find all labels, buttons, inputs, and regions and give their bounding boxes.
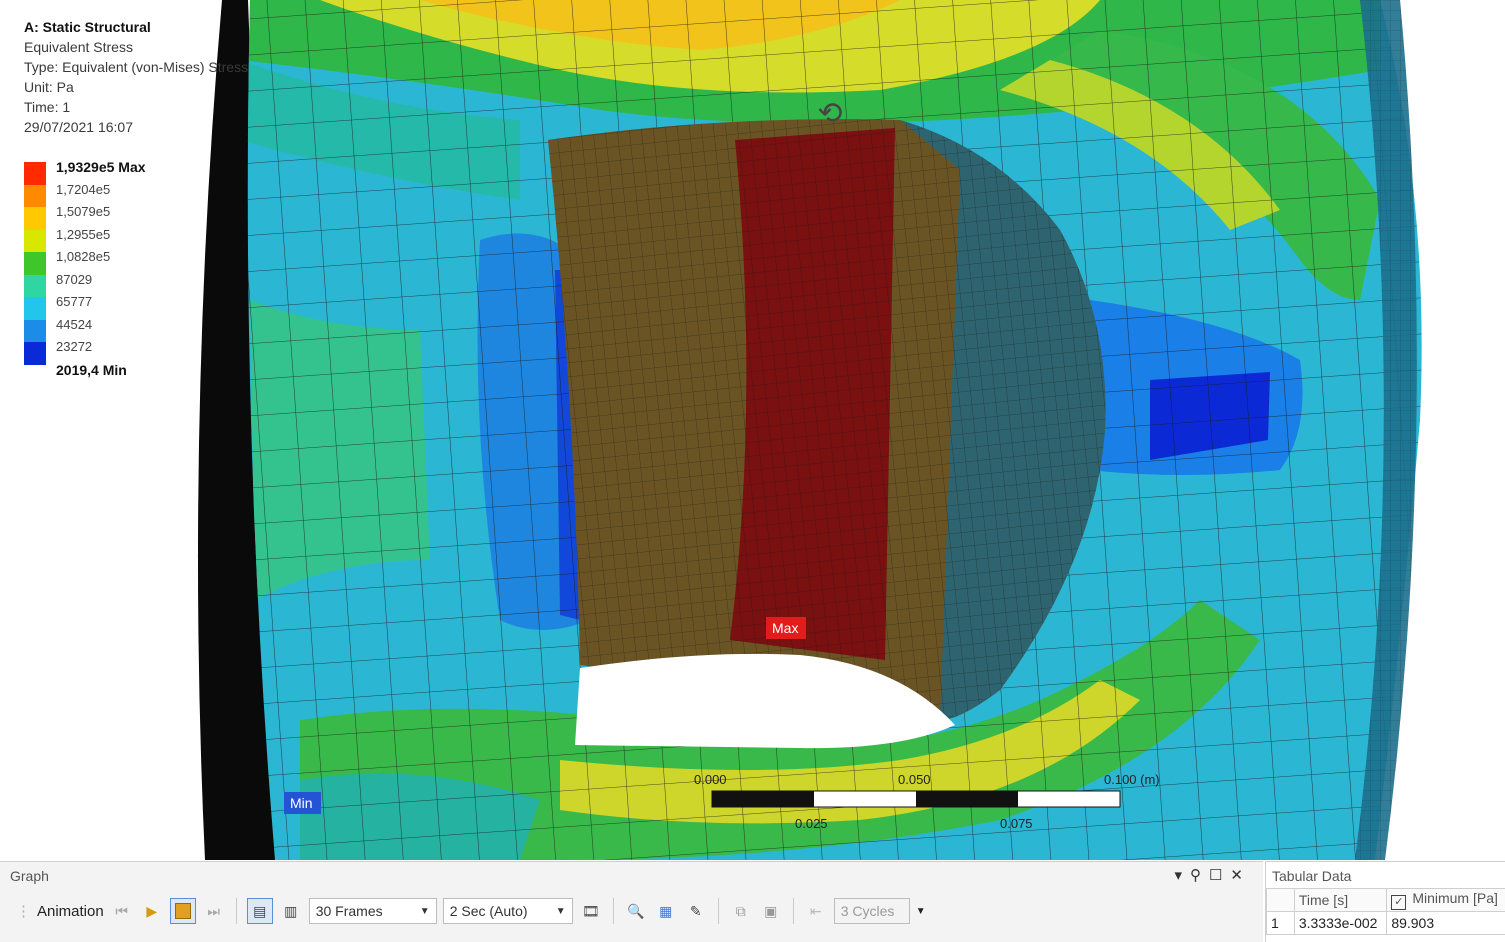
overflow-chevron-icon[interactable]: ▼ (916, 906, 926, 917)
row-index: 1 (1267, 912, 1295, 935)
analysis-title: A: Static Structural (24, 17, 248, 37)
legend-label: 65777 (56, 291, 146, 314)
legend-labels: 1,9329e5 Max 1,7204e5 1,5079e5 1,2955e5 … (56, 156, 146, 381)
scale-label: 0.025 (795, 816, 828, 831)
toolbar-separator (718, 898, 719, 924)
time-column-header[interactable]: Time [s] (1294, 889, 1386, 912)
animation-toolbar: ⋮ Animation ⏮ ▶ ⏭ ▤ ▥ 30 Frames ▼ 2 Sec (… (16, 894, 926, 928)
minimum-column-header[interactable]: ✓Minimum [Pa] (1387, 889, 1505, 912)
duration-select[interactable]: 2 Sec (Auto) ▼ (443, 898, 573, 924)
tabular-data-panel: Tabular Data Time [s] ✓Minimum [Pa] 1 3.… (1265, 861, 1505, 942)
toolbar-separator (793, 898, 794, 924)
scale-label: 0.100 (m) (1104, 772, 1160, 787)
legend-label: 1,0828e5 (56, 246, 146, 269)
scale-label: 0.050 (898, 772, 931, 787)
legend-color-bar (24, 162, 46, 365)
hole-interior (548, 119, 1105, 748)
toolbar-separator (613, 898, 614, 924)
animation-label: Animation (37, 903, 104, 920)
next-frame-icon[interactable]: ⏭ (202, 899, 226, 923)
time-cell: 3.3333e-002 (1294, 912, 1386, 935)
maximize-icon[interactable]: ☐ (1209, 867, 1230, 884)
probe-icon[interactable]: ✎ (684, 899, 708, 923)
table-header-row: Time [s] ✓Minimum [Pa] (1267, 889, 1505, 912)
panel-controls: ▾⚲☐✕ (1174, 866, 1251, 884)
min-probe-label[interactable]: Min (284, 792, 321, 814)
legend-swatch (24, 230, 46, 253)
cycles-select[interactable]: 3 Cycles (834, 898, 910, 924)
result-name: Equivalent Stress (24, 37, 248, 57)
max-probe-label[interactable]: Max (766, 617, 806, 639)
toolbar-separator (236, 898, 237, 924)
legend-swatch (24, 275, 46, 298)
rotate-icon[interactable]: ⟲ (812, 96, 848, 132)
legend-swatch (24, 342, 46, 365)
legend-label: 1,7204e5 (56, 179, 146, 202)
export-video-icon[interactable]: 🎞 (579, 899, 603, 923)
legend-swatch (24, 252, 46, 275)
distributed-frames-icon[interactable]: ▤ (247, 898, 273, 924)
legend-header: A: Static Structural Equivalent Stress T… (24, 17, 248, 137)
frames-value: 30 Frames (316, 903, 383, 919)
play-icon[interactable]: ▶ (140, 899, 164, 923)
scale-label: 0.075 (1000, 816, 1033, 831)
scale-label: 0.000 (694, 772, 727, 787)
previous-frame-icon[interactable]: ⏮ (110, 899, 134, 923)
legend-label: 1,2955e5 (56, 224, 146, 247)
result-type: Type: Equivalent (von-Mises) Stress (24, 57, 248, 77)
graph-panel-title: Graph (10, 868, 49, 884)
legend-swatch (24, 297, 46, 320)
legend-swatch (24, 162, 46, 185)
legend-swatch (24, 207, 46, 230)
legend-label: 23272 (56, 336, 146, 359)
result-sets-icon[interactable]: ▥ (279, 899, 303, 923)
tabular-data-table: Time [s] ✓Minimum [Pa] 1 3.3333e-002 89.… (1266, 888, 1505, 935)
cycles-value: 3 Cycles (841, 903, 895, 919)
copy-icon[interactable]: ⧉ (729, 899, 753, 923)
result-unit: Unit: Pa (24, 77, 248, 97)
legend-swatch (24, 320, 46, 343)
row-index-header (1267, 889, 1295, 912)
panel-menu-icon[interactable]: ▾ (1174, 867, 1190, 884)
chevron-down-icon: ▼ (556, 906, 566, 917)
frames-select[interactable]: 30 Frames ▼ (309, 898, 437, 924)
legend-label: 87029 (56, 269, 146, 292)
legend-min-label: 2019,4 Min (56, 359, 146, 382)
legend-icon[interactable]: ▦ (654, 899, 678, 923)
back-arrow-icon[interactable]: ⇤ (804, 899, 828, 923)
result-date: 29/07/2021 16:07 (24, 117, 248, 137)
model-viewport[interactable]: ⟲ A: Static Structural Equivalent Stress… (0, 0, 1505, 860)
legend-label: 1,5079e5 (56, 201, 146, 224)
scale-bar (712, 791, 1120, 807)
legend-label: 44524 (56, 314, 146, 337)
graph-panel: Graph ▾⚲☐✕ ⋮ Animation ⏮ ▶ ⏭ ▤ ▥ 30 Fram… (0, 861, 1263, 942)
grip-icon: ⋮ (16, 902, 31, 920)
chevron-down-icon: ▼ (420, 906, 430, 917)
minimum-cell: 89.903 (1387, 912, 1505, 935)
pin-icon[interactable]: ⚲ (1190, 867, 1209, 884)
chart-icon[interactable]: ▣ (759, 899, 783, 923)
checkbox-icon[interactable]: ✓ (1391, 895, 1406, 910)
zoom-fit-icon[interactable]: 🔍 (624, 899, 648, 923)
stop-icon[interactable] (170, 898, 196, 924)
close-icon[interactable]: ✕ (1230, 867, 1251, 884)
table-row[interactable]: 1 3.3333e-002 89.903 (1267, 912, 1505, 935)
legend-max-label: 1,9329e5 Max (56, 156, 146, 179)
tabular-panel-title: Tabular Data (1272, 868, 1351, 884)
legend-swatch (24, 185, 46, 208)
duration-value: 2 Sec (Auto) (450, 903, 528, 919)
result-time: Time: 1 (24, 97, 248, 117)
